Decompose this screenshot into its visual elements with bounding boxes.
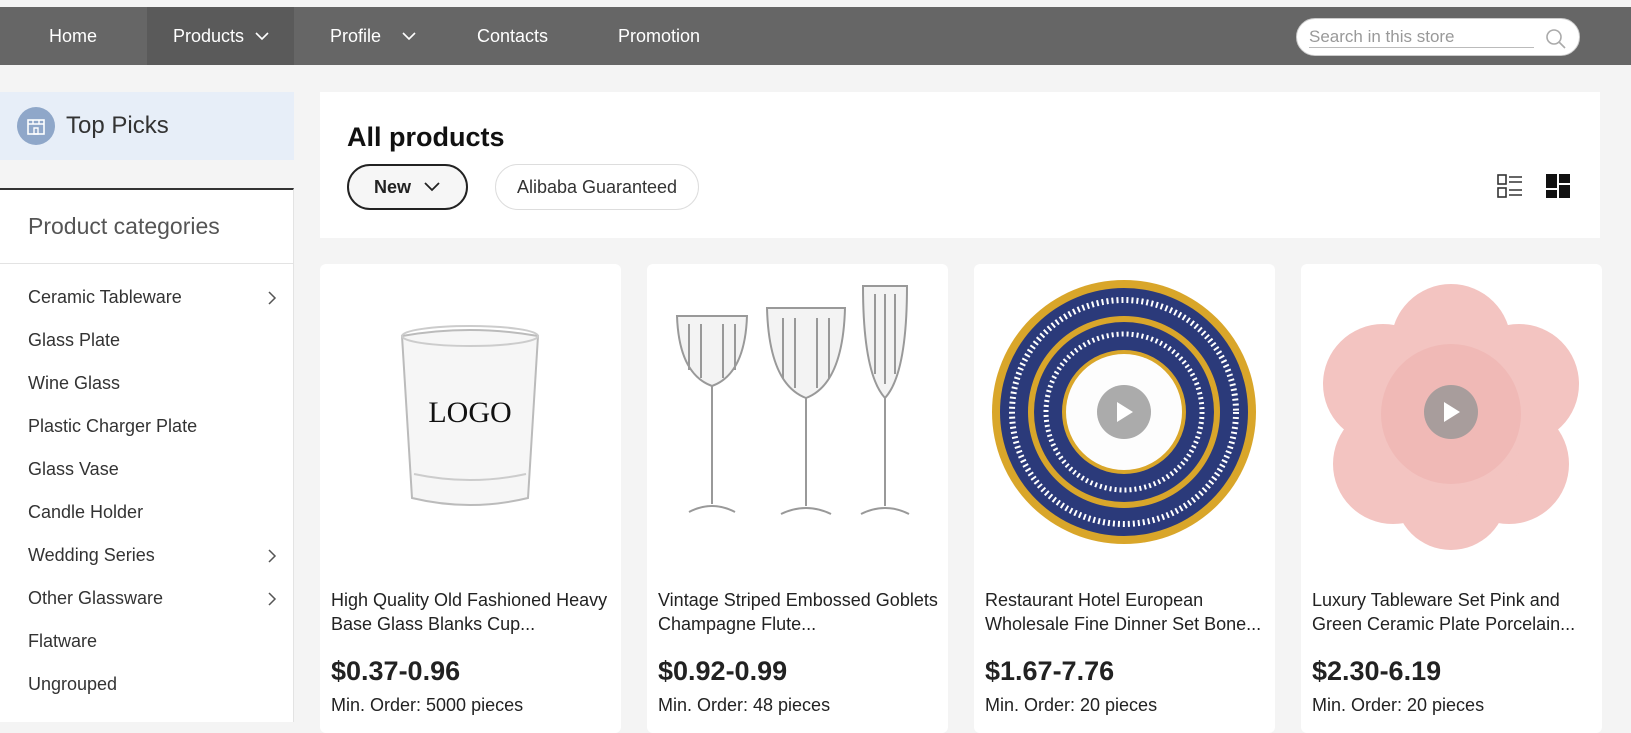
chevron-down-icon: [255, 32, 269, 41]
product-name[interactable]: Luxury Tableware Set Pink and Green Cera…: [1312, 588, 1592, 636]
category-item[interactable]: Wedding Series: [0, 534, 293, 577]
top-navigation-bar: Home Products Profile Contacts Promotion: [0, 7, 1631, 65]
chevron-right-icon: [268, 592, 277, 606]
category-item[interactable]: Ceramic Tableware: [0, 276, 293, 319]
category-item[interactable]: Candle Holder: [0, 491, 293, 534]
min-order: Min. Order: 5000 pieces: [331, 695, 524, 715]
chevron-right-icon: [268, 549, 277, 563]
play-video-icon[interactable]: [1424, 385, 1478, 439]
product-card[interactable]: Vintage Striped Embossed Goblets Champag…: [647, 264, 948, 733]
category-label: Flatware: [28, 631, 98, 651]
product-image[interactable]: [986, 274, 1263, 551]
page-title: All products: [347, 122, 505, 152]
glass-cup-image: LOGO: [400, 325, 540, 506]
top-picks-tab[interactable]: Top Picks: [0, 92, 294, 160]
category-label: Ceramic Tableware: [28, 287, 182, 307]
category-label: Wine Glass: [28, 373, 121, 393]
nav-home[interactable]: Home: [49, 7, 97, 65]
nav-products-label: Products: [173, 25, 245, 46]
product-name[interactable]: Restaurant Hotel European Wholesale Fine…: [985, 588, 1265, 636]
nav-profile[interactable]: Profile: [330, 7, 417, 65]
category-item[interactable]: Flatware: [0, 620, 293, 663]
alibaba-guaranteed-filter[interactable]: Alibaba Guaranteed: [495, 164, 699, 210]
category-item[interactable]: Other Glassware: [0, 577, 293, 620]
category-item[interactable]: Glass Vase: [0, 448, 293, 491]
category-item[interactable]: Ungrouped: [0, 663, 293, 706]
category-label: Glass Vase: [28, 459, 119, 479]
category-label: Glass Plate: [28, 330, 121, 350]
product-image[interactable]: [1313, 274, 1590, 551]
category-item[interactable]: Plastic Charger Plate: [0, 405, 293, 448]
list-view-icon[interactable]: [1496, 172, 1524, 200]
product-price: $0.37-0.96: [331, 656, 461, 686]
chevron-down-icon: [424, 182, 440, 192]
grid-view-icon[interactable]: [1544, 172, 1572, 200]
chevron-down-icon: [402, 32, 416, 41]
product-image[interactable]: LOGO: [332, 274, 609, 551]
product-card[interactable]: Restaurant Hotel European Wholesale Fine…: [974, 264, 1275, 733]
category-item[interactable]: Wine Glass: [0, 362, 293, 405]
search-input[interactable]: [1309, 26, 1534, 48]
product-name[interactable]: High Quality Old Fashioned Heavy Base Gl…: [331, 588, 611, 636]
product-card[interactable]: LOGO High Quality Old Fashioned Heavy Ba…: [320, 264, 621, 733]
min-order: Min. Order: 20 pieces: [1312, 695, 1485, 715]
goblets-image: [675, 285, 910, 515]
chevron-right-icon: [268, 291, 277, 305]
search-icon[interactable]: [1545, 28, 1567, 50]
product-price: $1.67-7.76: [985, 656, 1115, 686]
products-header-panel: All products New Alibaba Guaranteed: [320, 92, 1600, 238]
categories-title: Product categories: [0, 190, 293, 264]
category-label: Other Glassware: [28, 588, 164, 608]
play-video-icon[interactable]: [1097, 385, 1151, 439]
product-price: $2.30-6.19: [1312, 656, 1442, 686]
store-search: [1296, 18, 1580, 56]
min-order: Min. Order: 20 pieces: [985, 695, 1158, 715]
product-card[interactable]: Luxury Tableware Set Pink and Green Cera…: [1301, 264, 1602, 733]
top-picks-label: Top Picks: [66, 112, 169, 139]
nav-contacts[interactable]: Contacts: [477, 7, 548, 65]
nav-promotion[interactable]: Promotion: [618, 7, 700, 65]
category-label: Plastic Charger Plate: [28, 416, 198, 436]
product-categories-panel: Product categories Ceramic Tableware Gla…: [0, 188, 294, 722]
category-label: Wedding Series: [28, 545, 155, 565]
sort-label: New: [373, 176, 411, 197]
category-label: Ungrouped: [28, 674, 118, 694]
nav-profile-label: Profile: [330, 25, 382, 46]
category-label: Candle Holder: [28, 502, 144, 522]
product-name[interactable]: Vintage Striped Embossed Goblets Champag…: [658, 588, 938, 636]
store-icon: [17, 107, 55, 145]
product-price: $0.92-0.99: [658, 656, 788, 686]
logo-text: LOGO: [428, 396, 511, 429]
nav-products[interactable]: Products: [147, 7, 294, 65]
min-order: Min. Order: 48 pieces: [658, 695, 831, 715]
category-list: Ceramic Tableware Glass Plate Wine Glass…: [0, 264, 293, 706]
product-image[interactable]: [659, 274, 936, 551]
category-item[interactable]: Glass Plate: [0, 319, 293, 362]
sort-dropdown[interactable]: New: [347, 164, 468, 210]
